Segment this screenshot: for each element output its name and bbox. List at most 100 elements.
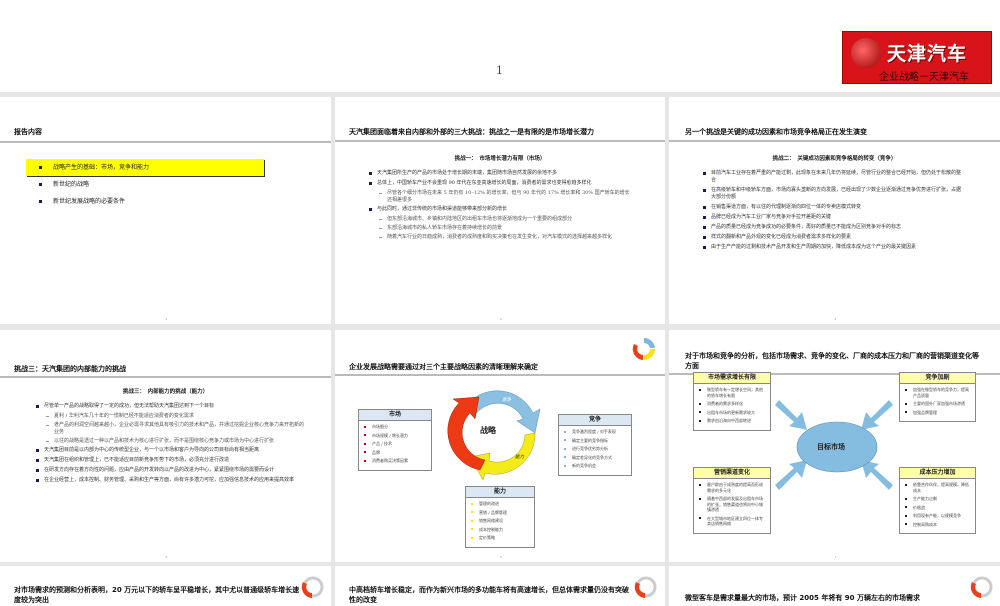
list-item: 定价策略: [470, 535, 530, 541]
slide-subtitle: 挑战二： 关键成功因素和竞争格局的转变（竞争）: [772, 156, 897, 162]
list-item: 竞争激烈程度 / 对手表现: [563, 429, 627, 435]
list-item: 随着中西部的发展及出租车市场的扩张，销售渠道也将向中小城镇渗透: [698, 496, 766, 513]
box-header: 成本压力增加: [900, 468, 975, 479]
list-item: 确定主要的竞争指标: [563, 438, 627, 444]
list-item: 消费者购买决策因素: [363, 458, 427, 464]
list-item: 东部沿海城市的私人轿车市场存在着持续增长的前景: [369, 225, 631, 232]
list-item: 销售网络建设: [470, 518, 530, 524]
divider: [0, 141, 331, 143]
list-item: 确定差异化的竞争方式: [563, 455, 627, 461]
arrow-label-capability: 能力: [515, 455, 524, 460]
list-item: 尽管各个细分市场在未来 5 年仍有 10–12% 的增长率，但与 90 年代的 …: [369, 190, 631, 204]
list-item: 天汽集团在组织和管理上，已不能适应目前新竞争形势下的市场，必须充分进行改造: [36, 457, 306, 464]
list-item: 随着汽车行业的日趋成熟，消费者的成熟度和购买决策也在发生变化，对汽车模式的选择越…: [369, 234, 631, 241]
slide-3[interactable]: 天汽集团面临着来自内部和外部的三大挑战：挑战之一是有限的是市场增长潜力 挑战一：…: [335, 97, 665, 324]
slide-2[interactable]: 报告内容 战略产生的基础：市场，竞争和能力 新世纪的战略 新世纪发展战略的必要条…: [0, 97, 331, 324]
list-item: 市场细分: [363, 424, 427, 430]
slide-8[interactable]: 对市场需求的预测和分析表明，20 万元以下的轿车呈平稳增长，其中尤以普通级轿车增…: [0, 566, 331, 606]
list-item: 但东部沿海城市、乡镇和内陆地区的出租车市场也将逐渐地成为一个重要的组成部分: [369, 216, 631, 223]
channel-box: 营销渠道变化 客户群由于成熟度的提高而形成需求的多元化 随着中西部的发展及出租车市…: [693, 467, 771, 534]
box-header: 市场需求增长有限: [694, 373, 770, 384]
list-item: 由于生产产能的过剩和技术产品开发和生产周期的加快，降低成本成为这个产业的最关键因…: [703, 244, 965, 251]
list-item: 产品的质量已经成为竞争成功的必要条件，再好的质量已不能成为区别竞争对手的标志: [703, 224, 965, 231]
toc-list: 战略产生的基础：市场，竞争和能力 新世纪的战略 新世纪发展战略的必要条件: [26, 159, 264, 210]
page-number: 2: [165, 317, 168, 321]
arrow-label-market: 市场: [462, 435, 471, 440]
list-item: 加强品牌管理: [904, 410, 971, 416]
list-item: 天汽集团所生产的产品的市场处于增长期的末端，集团随市场自然发展的余地不多: [369, 170, 631, 177]
list-item: 市场规模 / 增长潜力: [363, 433, 427, 439]
slide-title: 报告内容: [14, 128, 42, 136]
arrow-icon: [861, 400, 893, 430]
slide-10[interactable]: 微型客车是需求量最大的市场，预计 2005 年将有 90 万辆左右的市场需求: [669, 566, 1000, 606]
capability-box: 能力 管理的改进 营销 / 品牌管理 销售网络建设 成本控制能力 定价策略: [465, 486, 535, 548]
list-item: 总体上，中国轿车产业不会重现 90 年代在东亚高速增长的局面，消费者的需求也变得…: [369, 180, 631, 187]
list-item: 价格战: [904, 505, 971, 511]
slide-title: 企业发展战略需要通过对三个主要战略因素的清晰理解来确定: [349, 363, 538, 371]
slide-9[interactable]: 中高档轿车增长稳定，而作为新兴市场的多功能车将有高速增长，但总体需求量仍没有突破…: [335, 566, 665, 606]
list-item: 消费者的需求多样化: [698, 401, 766, 407]
list-item: 利用现有产能，以规模竞争: [904, 513, 971, 519]
toc-item[interactable]: 新世纪的战略: [26, 176, 264, 193]
arrow-icon: [775, 460, 807, 490]
slide-title: 微型客车是需求量最大的市场，预计 2005 年将有 90 万辆左右的市场需求: [685, 594, 920, 602]
slide-title: 对市场需求的预测和分析表明，20 万元以下的轿车呈平稳增长，其中尤以普通级轿车增…: [14, 586, 300, 604]
list-item: 需求由沿海向中西部转进: [698, 418, 766, 424]
logo-emblem-icon: [851, 38, 881, 68]
box-header: 竞争: [559, 415, 631, 426]
demand-box: 市场需求增长有限 微型轿车有一定增长空间，其他的轿车增长有限消费者的需求多样化出…: [693, 372, 771, 431]
list-item: 样式的翻新和产品外观的变化已经成为消费者需求多样化的要素: [703, 234, 965, 241]
slide-title: 另一个挑战是关键的成功因素和市场竞争格局正在发生演变: [685, 128, 867, 136]
slide-subtitle: 挑战一： 市场增长潜力有限（市场）: [454, 156, 546, 162]
cover-page: 1 天津汽车 企业战略－天津汽车: [0, 0, 1000, 92]
list-item: 控制采购成本: [904, 522, 971, 528]
list-item: 品牌已经成为汽车工业厂家与竞争对手拉开差距的关键: [703, 214, 965, 221]
list-item: 夏利 / 华利汽车几十年的一惯制已经不能适应消费者的变化需求: [36, 413, 306, 420]
cycle-logo-icon: [634, 576, 657, 598]
list-item: 在销售渠道方面，有以往的代理制逐渐向四位一体的专卖店模式转变: [703, 204, 965, 211]
divider: [335, 140, 665, 142]
slide-5[interactable]: 挑战三：天汽集团的内部能力的挑战 挑战三： 内部能力的挑战（能力） 尽管单一产品…: [0, 330, 331, 562]
list-item: 老产品的利润空间越来越小，企业必需寻求其他具有吸引力的技术和产品，并通过挖掘企业…: [36, 422, 306, 436]
target-market-label: 目标市场: [817, 443, 845, 451]
list-item: 与此同时，通过非传统的市场和渠道能够带来部分新的增长: [369, 206, 631, 213]
list-item: 在高级轿车和中级轿车方面，市场向寡头垄断的方向发展，已经出现了少数企业逐渐通过竞…: [703, 187, 965, 201]
page-number: 5: [165, 555, 168, 559]
slide-6[interactable]: 企业发展战略需要通过对三个主要战略因素的清晰理解来确定 战略 竞争 市场 能力 …: [335, 330, 665, 562]
cost-box: 成本压力增加 依靠合作伙伴，提高规模，降低成本 生产能力过剩 价格战 利用现有产能，以…: [899, 467, 976, 534]
cycle-logo-icon: [632, 337, 655, 360]
list-item: 微型轿车有一定增长空间，其他的轿车增长有限: [698, 387, 766, 398]
page-number: 7: [834, 555, 837, 559]
bullet-list: 目前汽车工业存在着严重的产能过剩，此现象在未来几年仍将延续，尽管行业的整合已经开…: [703, 170, 965, 254]
box-header: 市场: [359, 410, 431, 421]
page-number: 6: [500, 555, 502, 559]
box-header: 能力: [466, 487, 534, 498]
page-number: 4: [834, 317, 837, 321]
list-item: 营销 / 品牌管理: [470, 510, 530, 516]
list-item: 出租车市场的更新需求较大: [698, 410, 766, 416]
list-item: 客户群由于成熟度的提高而形成需求的多元化: [698, 482, 766, 493]
slide-title: 挑战三：天汽集团的内部能力的挑战: [14, 365, 126, 373]
page-number: 1: [496, 64, 503, 77]
list-item: 天汽集团目前是以内部为中心的传统型企业，与一个以市场和客户为导向的公司目标尚有相…: [36, 447, 306, 454]
logo-slogan: 企业战略－天津汽车: [879, 72, 969, 83]
slide-4[interactable]: 另一个挑战是关键的成功因素和市场竞争格局正在发生演变 挑战二： 关键成功因素和竞…: [669, 97, 1000, 324]
slide-subtitle: 挑战三： 内部能力的挑战（能力）: [122, 389, 209, 395]
strategy-center-label: 战略: [480, 426, 496, 435]
list-item: 在大型城市地区建立四位一体专卖店销售网络: [698, 516, 766, 527]
page-number: 3: [500, 317, 502, 321]
bullet-list: 尽管单一产品的战略取得了一定的成功，但无法帮助天汽集团达到下一个目标 夏利 / …: [36, 403, 306, 487]
toc-item[interactable]: 新世纪发展战略的必要条件: [26, 193, 264, 210]
list-item: 尽管单一产品的战略取得了一定的成功，但无法帮助天汽集团达到下一个目标: [36, 403, 306, 410]
list-item: 主要的国外厂家加强市场渗透: [904, 401, 971, 407]
divider: [669, 140, 1000, 142]
cycle-logo-icon: [970, 576, 993, 598]
competition-box: 竞争 竞争激烈程度 / 对手表现 确定主要的竞争指标 进行竞争优劣势分析 确定差异化的…: [558, 414, 632, 476]
logo-text: 天津汽车: [887, 43, 968, 65]
toc-item[interactable]: 战略产生的基础：市场，竞争和能力: [26, 159, 264, 176]
divider: [0, 376, 331, 378]
list-item: 成本控制能力: [470, 527, 530, 533]
divider: [335, 374, 665, 376]
slide-7[interactable]: 对于市场和竞争的分析，包括市场需求、竞争的变化、厂商的成本压力和厂商的营销渠道变…: [669, 330, 1000, 562]
arrow-label-competition: 竞争: [502, 398, 511, 403]
